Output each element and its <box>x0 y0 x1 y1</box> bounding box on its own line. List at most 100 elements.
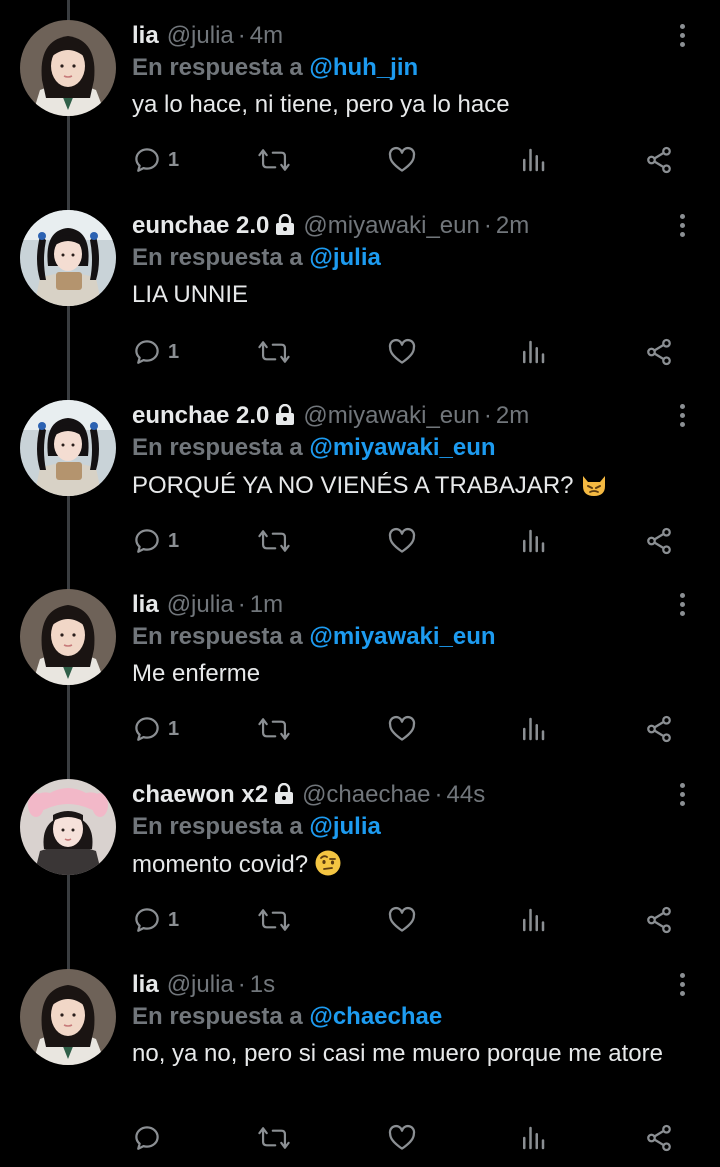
avatar[interactable] <box>20 210 116 306</box>
reply-icon <box>135 717 159 741</box>
timestamp[interactable]: 2m <box>496 402 529 429</box>
more-options-icon[interactable] <box>678 783 686 811</box>
display-name[interactable]: lia <box>132 22 159 49</box>
reply-button[interactable] <box>132 1121 168 1155</box>
views-button[interactable] <box>518 335 548 369</box>
reply-count: 1 <box>168 340 180 363</box>
like-button[interactable] <box>387 712 417 746</box>
share-button[interactable] <box>644 524 674 558</box>
heart-icon <box>388 338 416 364</box>
reply-button[interactable]: 1 <box>132 712 179 746</box>
action-bar <box>132 1121 692 1155</box>
reply-prefix: En respuesta a <box>132 813 303 840</box>
reply-context: En respuesta a @chaechae <box>132 1001 442 1033</box>
analytics-icon <box>523 717 545 741</box>
reply-count: 1 <box>168 529 180 552</box>
reply-mention-link[interactable]: @miyawaki_eun <box>309 623 495 650</box>
views-button[interactable] <box>518 524 548 558</box>
more-options-icon[interactable] <box>678 404 686 432</box>
share-button[interactable] <box>644 143 674 177</box>
views-button[interactable] <box>518 1121 548 1155</box>
lock-icon <box>276 214 295 235</box>
tweet[interactable]: lia @julia · 4m En respuesta a @huh_jin ya … <box>0 0 720 190</box>
like-button[interactable] <box>387 524 417 558</box>
reply-count: 1 <box>168 717 180 740</box>
timestamp[interactable]: 4m <box>250 22 283 49</box>
share-button[interactable] <box>644 1121 674 1155</box>
reply-mention-link[interactable]: @miyawaki_eun <box>309 434 495 461</box>
share-icon <box>647 338 671 366</box>
user-handle[interactable]: @miyawaki_eun <box>303 212 479 239</box>
tweet-text-content: PORQUÉ YA NO VIENÉS A TRABAJAR? <box>132 472 574 499</box>
like-button[interactable] <box>387 335 417 369</box>
avatar[interactable] <box>20 400 116 496</box>
more-options-icon[interactable] <box>678 24 686 52</box>
analytics-icon <box>523 1126 545 1150</box>
tweet[interactable]: lia @julia · 1s En respuesta a @chaechae no… <box>0 949 720 1167</box>
avatar[interactable] <box>20 969 116 1065</box>
user-handle[interactable]: @julia <box>167 591 234 618</box>
tweet[interactable]: chaewon x2 @chaechae · 44s En respuesta a @… <box>0 759 720 949</box>
reply-count: 1 <box>168 908 180 931</box>
avatar[interactable] <box>20 589 116 685</box>
reply-icon <box>135 908 159 932</box>
views-button[interactable] <box>518 143 548 177</box>
reply-mention-link[interactable]: @julia <box>309 244 380 271</box>
retweet-button[interactable] <box>257 524 291 558</box>
tweet[interactable]: lia @julia · 1m En respuesta a @miyawaki_eu… <box>0 569 720 759</box>
retweet-icon <box>258 530 290 552</box>
tweet-text: LIA UNNIE <box>132 280 672 310</box>
reply-icon <box>135 340 159 364</box>
share-button[interactable] <box>644 335 674 369</box>
tweet[interactable]: eunchae 2.0 @miyawaki_eun · 2m En respuesta… <box>0 380 720 569</box>
views-button[interactable] <box>518 903 548 937</box>
share-button[interactable] <box>644 903 674 937</box>
reply-mention-link[interactable]: @julia <box>309 813 380 840</box>
reply-button[interactable]: 1 <box>132 143 179 177</box>
timestamp[interactable]: 1s <box>250 971 275 998</box>
more-options-icon[interactable] <box>678 214 686 242</box>
tweet-header: lia @julia · 1s <box>132 969 275 1001</box>
retweet-button[interactable] <box>257 1121 291 1155</box>
display-name[interactable]: chaewon x2 <box>132 781 268 808</box>
user-handle[interactable]: @miyawaki_eun <box>303 402 479 429</box>
user-handle[interactable]: @julia <box>167 22 234 49</box>
like-button[interactable] <box>387 143 417 177</box>
analytics-icon <box>523 529 545 553</box>
user-handle[interactable]: @chaechae <box>302 781 430 808</box>
timestamp[interactable]: 44s <box>447 781 486 808</box>
raised-eyebrow-emoji-icon <box>315 850 341 876</box>
reply-button[interactable]: 1 <box>132 335 179 369</box>
separator-dot: · <box>434 781 443 808</box>
avatar[interactable] <box>20 779 116 875</box>
tweet-text-content: Me enferme <box>132 660 261 687</box>
reply-button[interactable]: 1 <box>132 524 179 558</box>
retweet-button[interactable] <box>257 143 291 177</box>
display-name[interactable]: lia <box>132 971 159 998</box>
action-bar: 1 <box>132 524 692 558</box>
timestamp[interactable]: 2m <box>496 212 529 239</box>
reply-context: En respuesta a @julia <box>132 811 381 843</box>
more-options-icon[interactable] <box>678 593 686 621</box>
views-button[interactable] <box>518 712 548 746</box>
retweet-button[interactable] <box>257 903 291 937</box>
share-button[interactable] <box>644 712 674 746</box>
like-button[interactable] <box>387 1121 417 1155</box>
display-name[interactable]: eunchae 2.0 <box>132 402 269 429</box>
like-button[interactable] <box>387 903 417 937</box>
retweet-button[interactable] <box>257 712 291 746</box>
tweet[interactable]: eunchae 2.0 @miyawaki_eun · 2m En respuesta… <box>0 190 720 380</box>
reply-mention-link[interactable]: @huh_jin <box>309 54 418 81</box>
separator-dot: · <box>237 591 246 618</box>
display-name[interactable]: eunchae 2.0 <box>132 212 269 239</box>
user-handle[interactable]: @julia <box>167 971 234 998</box>
reply-context: En respuesta a @julia <box>132 242 381 274</box>
display-name[interactable]: lia <box>132 591 159 618</box>
reply-mention-link[interactable]: @chaechae <box>309 1003 442 1030</box>
more-options-icon[interactable] <box>678 973 686 1001</box>
timestamp[interactable]: 1m <box>250 591 283 618</box>
retweet-button[interactable] <box>257 335 291 369</box>
reply-button[interactable]: 1 <box>132 903 179 937</box>
avatar[interactable] <box>20 20 116 116</box>
reply-icon <box>135 1126 159 1150</box>
